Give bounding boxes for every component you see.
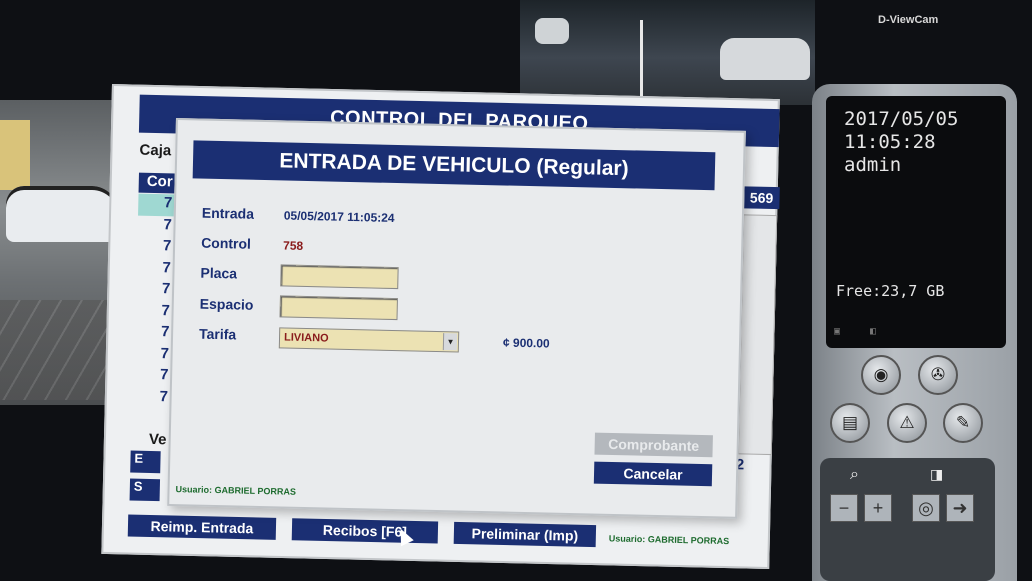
warning-icon: ⚠: [899, 413, 915, 432]
list-item[interactable]: 7: [137, 237, 177, 259]
preliminar-button[interactable]: Preliminar (Imp): [453, 521, 597, 548]
ticket-count: 569: [743, 186, 780, 210]
list-item[interactable]: 7: [138, 215, 178, 237]
dialog-title: ENTRADA DE VEHICULO (Regular): [192, 140, 716, 191]
wrench-icon: ✎: [955, 413, 971, 432]
list-item[interactable]: 7: [137, 258, 177, 280]
camera-grid-button[interactable]: ✇: [918, 355, 958, 395]
reel-icon: ✇: [930, 365, 946, 384]
current-user: Usuario: GABRIEL PORRAS: [608, 533, 730, 547]
caja-label: Caja: [139, 141, 172, 160]
list-scrollbar[interactable]: [737, 214, 778, 456]
reimp-entrada-button[interactable]: Reimp. Entrada: [127, 514, 277, 540]
magnifier-icon: ⌕: [850, 466, 859, 483]
vehicle-entry-dialog: ENTRADA DE VEHICULO (Regular) Entrada 05…: [167, 118, 746, 519]
espacio-label: Espacio: [199, 295, 254, 313]
list-item[interactable]: 7: [134, 387, 174, 409]
zoom-in-button[interactable]: +: [864, 494, 892, 522]
camera-car: [6, 186, 118, 242]
entrada-button[interactable]: E: [130, 450, 161, 474]
next-button[interactable]: ➜: [946, 494, 974, 522]
alert-button[interactable]: ⚠: [887, 403, 927, 443]
record-icon: ▣: [834, 326, 841, 337]
dvr-user: admin: [844, 154, 902, 176]
speaker-icon: ◧: [870, 326, 877, 337]
placa-label: Placa: [200, 264, 238, 282]
list-item[interactable]: 7: [136, 280, 176, 302]
control-value: 758: [282, 238, 304, 253]
record-button[interactable]: ◉: [861, 355, 901, 395]
vehicles-label: Ve: [148, 430, 167, 449]
list-item[interactable]: 7: [136, 301, 176, 323]
tarifa-label: Tarifa: [198, 325, 237, 343]
chevron-down-icon[interactable]: ▼: [442, 333, 458, 351]
list-item[interactable]: 7: [135, 344, 175, 366]
focus-icon: ◎: [918, 497, 934, 518]
focus-button[interactable]: ◎: [912, 494, 940, 522]
recibos-button[interactable]: Recibos [F6]: [291, 518, 439, 544]
comprobante-button[interactable]: Comprobante: [594, 432, 713, 458]
camera-icon: ◨: [930, 466, 944, 482]
camera-top-car: [720, 38, 810, 80]
dialog-current-user: Usuario: GABRIEL PORRAS: [175, 484, 297, 497]
dvr-datetime: 2017/05/05 11:05:28 admin: [844, 108, 958, 177]
list-item[interactable]: 7: [135, 323, 175, 345]
dvr-status-screen: 2017/05/05 11:05:28 admin Free:23,7 GB ▣…: [826, 96, 1006, 348]
cancelar-button[interactable]: Cancelar: [593, 461, 713, 487]
list-item[interactable]: 7: [134, 366, 174, 388]
camera-top-car-small: [535, 18, 569, 44]
dvr-time: 11:05:28: [844, 131, 936, 153]
camera-door: [0, 120, 30, 190]
entrada-label: Entrada: [201, 204, 255, 222]
list-item[interactable]: 7: [138, 193, 179, 217]
record-icon: ◉: [873, 365, 889, 384]
espacio-input[interactable]: [279, 295, 398, 321]
tarifa-price: ¢ 900.00: [502, 335, 550, 351]
dvr-free-space: Free:23,7 GB: [836, 282, 945, 300]
plus-icon: +: [872, 497, 884, 518]
entrada-value: 05/05/2017 11:05:24: [283, 208, 395, 225]
document-button[interactable]: ▤: [830, 403, 870, 443]
salida-button[interactable]: S: [129, 478, 161, 502]
ptz-zoom-panel: ⌕ ◨ − + ◎ ➜: [820, 458, 995, 581]
tarifa-selected-value: LIVIANO: [283, 331, 329, 345]
document-icon: ▤: [841, 413, 859, 432]
dvr-brand-logo: D-ViewCam: [878, 14, 939, 26]
zoom-out-button[interactable]: −: [830, 494, 858, 522]
settings-button[interactable]: ✎: [943, 403, 983, 443]
tarifa-select[interactable]: LIVIANO ▼: [278, 327, 460, 353]
control-label: Control: [200, 234, 252, 252]
minus-icon: −: [838, 497, 850, 518]
arrow-right-icon: ➜: [952, 497, 968, 518]
placa-input[interactable]: [280, 264, 399, 290]
dvr-date: 2017/05/05: [844, 108, 959, 130]
camera-lane-line: [640, 20, 643, 100]
